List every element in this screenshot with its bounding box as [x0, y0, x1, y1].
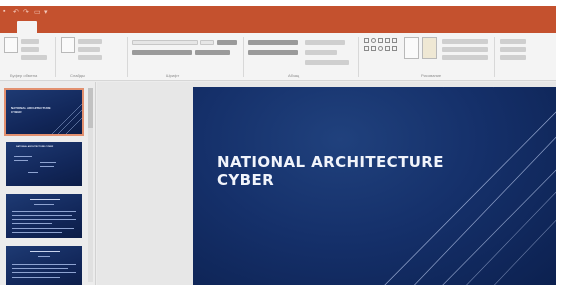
- current-slide[interactable]: NATIONAL ARCHITECTURE CYBER: [193, 87, 556, 285]
- title-bar: ▪ ↶ ↷ ▭ ▾: [0, 6, 556, 18]
- slide-thumbnail-1[interactable]: NATIONAL ARCHITECTURE CYBER: [4, 88, 84, 136]
- slide-thumbnail-pane: NATIONAL ARCHITECTURE CYBER NATIONAL ARC…: [0, 82, 96, 285]
- shape-oval-icon[interactable]: [371, 38, 376, 43]
- tab-insert[interactable]: [42, 21, 60, 33]
- ribbon-divider: [243, 37, 244, 77]
- cut-button[interactable]: [21, 39, 39, 44]
- thumbnail-text-line: [12, 215, 72, 216]
- tab-animations[interactable]: [146, 21, 174, 33]
- powerpoint-window: ▪ ↶ ↷ ▭ ▾ Буфер обмена Слайды Шрифт Абза…: [0, 6, 556, 285]
- replace-button[interactable]: [500, 47, 526, 52]
- start-slideshow-icon[interactable]: ▭: [34, 8, 41, 16]
- save-icon[interactable]: ▪: [3, 8, 5, 15]
- customize-toolbar-icon[interactable]: ▾: [44, 8, 48, 16]
- thumbnail-scrollbar[interactable]: [88, 88, 93, 282]
- list-buttons[interactable]: [248, 40, 298, 45]
- slide-editing-area: NATIONAL ARCHITECTURE CYBER: [97, 82, 556, 285]
- ribbon-divider: [55, 37, 56, 77]
- shape-line-icon[interactable]: [378, 38, 383, 43]
- thumbnail-text-line: [40, 166, 54, 167]
- text-style-buttons[interactable]: [132, 50, 192, 55]
- thumbnail-text-line: [12, 268, 68, 269]
- paste-button[interactable]: [4, 37, 18, 53]
- group-label-paragraph: Абзац: [288, 73, 300, 78]
- font-color-buttons[interactable]: [195, 50, 230, 55]
- shape-textbox-icon[interactable]: [392, 38, 397, 43]
- tab-transitions[interactable]: [113, 21, 137, 33]
- font-size-select[interactable]: [200, 40, 214, 45]
- shape-effects-dropdown[interactable]: [442, 55, 488, 60]
- thumbnail-text-line: [30, 199, 60, 200]
- group-label-clipboard: Буфер обмена: [10, 73, 38, 78]
- tab-design[interactable]: [74, 21, 104, 33]
- align-text-dropdown[interactable]: [305, 50, 337, 55]
- thumbnail-text-line: [12, 264, 76, 265]
- shape-callout-icon[interactable]: [392, 46, 397, 51]
- shape-arrow-icon[interactable]: [385, 38, 390, 43]
- thumbnail-text-line: [12, 228, 74, 229]
- slide-thumbnail-4[interactable]: [6, 246, 82, 285]
- shape-rectangle-icon[interactable]: [364, 38, 369, 43]
- thumbnail-title: NATIONAL ARCHITECTURE CYBER: [16, 146, 54, 148]
- format-painter-button[interactable]: [21, 55, 47, 60]
- find-button[interactable]: [500, 39, 526, 44]
- thumbnail-text-line: [14, 160, 28, 161]
- ribbon-divider: [127, 37, 128, 77]
- tab-slideshow[interactable]: [183, 21, 213, 33]
- thumbnail-text-line: [14, 156, 32, 157]
- scrollbar-thumb[interactable]: [88, 88, 93, 128]
- ribbon-divider: [358, 37, 359, 77]
- select-button[interactable]: [500, 55, 526, 60]
- shape-brace-icon[interactable]: [371, 46, 376, 51]
- thumbnail-text-line: [38, 256, 50, 257]
- thumbnail-text-line: [34, 204, 54, 205]
- reset-button[interactable]: [78, 47, 100, 52]
- slide-thumbnail-3[interactable]: [6, 194, 82, 238]
- section-dropdown[interactable]: [78, 55, 102, 60]
- convert-to-smartart-dropdown[interactable]: [305, 60, 349, 65]
- shape-outline-dropdown[interactable]: [442, 47, 488, 52]
- group-label-slides: Слайды: [70, 73, 85, 78]
- layout-dropdown[interactable]: [78, 39, 102, 44]
- thumbnail-text-line: [12, 211, 76, 212]
- grow-shrink-font-buttons[interactable]: [217, 40, 237, 45]
- shape-fill-dropdown[interactable]: [442, 39, 488, 44]
- thumbnail-text-line: [12, 272, 76, 273]
- thumbnail-decoration: [51, 103, 82, 134]
- new-slide-button[interactable]: [61, 37, 75, 53]
- font-name-select[interactable]: [132, 40, 198, 45]
- thumbnail-text-line: [30, 251, 60, 252]
- alignment-buttons[interactable]: [248, 50, 298, 55]
- redo-icon[interactable]: ↷: [23, 8, 29, 16]
- shape-star-icon[interactable]: [385, 46, 390, 51]
- group-label-font: Шрифт: [166, 73, 180, 78]
- shape-smiley-icon[interactable]: [378, 46, 383, 51]
- arrange-button[interactable]: [404, 37, 419, 59]
- tab-review[interactable]: [222, 21, 246, 33]
- thumbnail-text-line: [12, 219, 76, 220]
- tab-home[interactable]: [17, 21, 37, 33]
- ribbon-divider: [494, 37, 495, 77]
- ribbon-tab-bar: [0, 18, 556, 33]
- tell-me-search[interactable]: [306, 21, 346, 33]
- thumbnail-text-line: [12, 277, 60, 278]
- group-label-drawing: Рисование: [421, 73, 442, 78]
- thumbnail-text-line: [12, 232, 62, 233]
- tab-view[interactable]: [255, 21, 275, 33]
- thumbnail-text-line: [12, 223, 52, 224]
- shape-triangle-icon[interactable]: [364, 46, 369, 51]
- undo-icon[interactable]: ↶: [13, 8, 19, 16]
- slide-title[interactable]: NATIONAL ARCHITECTURE CYBER: [217, 153, 477, 189]
- thumbnail-text-line: [40, 162, 56, 163]
- copy-button[interactable]: [21, 47, 39, 52]
- quick-styles-button[interactable]: [422, 37, 437, 59]
- tab-pdf[interactable]: [284, 21, 298, 33]
- slide-thumbnail-2[interactable]: NATIONAL ARCHITECTURE CYBER: [6, 142, 82, 186]
- text-direction-dropdown[interactable]: [305, 40, 345, 45]
- ribbon: Буфер обмена Слайды Шрифт Абзац Рисовани…: [0, 33, 556, 81]
- thumbnail-text-line: [28, 172, 38, 173]
